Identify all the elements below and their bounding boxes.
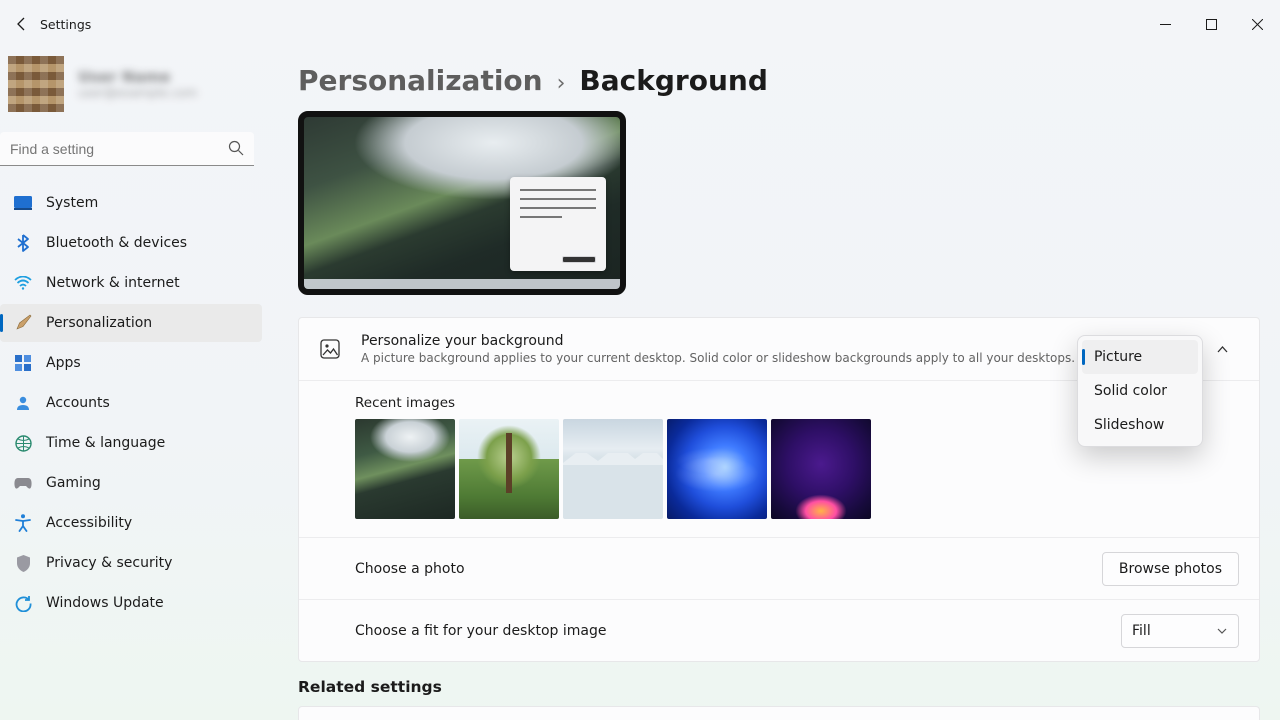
sidebar: User Name user@example.com System Blueto…	[0, 48, 270, 720]
nav-label: Accounts	[46, 395, 110, 411]
bluetooth-icon	[14, 234, 32, 252]
accessibility-icon	[14, 514, 32, 532]
nav-label: Network & internet	[46, 275, 180, 291]
nav-personalization[interactable]: Personalization	[0, 304, 262, 342]
nav-accounts[interactable]: Accounts	[0, 384, 262, 422]
search-icon	[228, 140, 244, 156]
personalize-title: Personalize your background	[361, 333, 1077, 349]
chevron-right-icon: ›	[557, 71, 566, 96]
nav-time-language[interactable]: Time & language	[0, 424, 262, 462]
wifi-icon	[14, 274, 32, 292]
desktop-preview	[298, 111, 626, 295]
preview-taskbar	[304, 279, 620, 289]
contrast-themes-card: Contrast themes Color themes for low vis…	[298, 706, 1260, 720]
person-icon	[14, 394, 32, 412]
nav-apps[interactable]: Apps	[0, 344, 262, 382]
search-input[interactable]	[0, 132, 254, 166]
choose-fit-label: Choose a fit for your desktop image	[355, 623, 1121, 639]
page-title: Background	[579, 64, 767, 97]
minimize-button[interactable]	[1142, 8, 1188, 40]
browse-photos-button[interactable]: Browse photos	[1102, 552, 1239, 586]
close-button[interactable]	[1234, 8, 1280, 40]
chevron-up-icon	[1216, 343, 1229, 356]
maximize-button[interactable]	[1188, 8, 1234, 40]
related-settings-heading: Related settings	[298, 678, 1260, 696]
profile-name: User Name	[78, 68, 197, 86]
choose-photo-label: Choose a photo	[355, 561, 1102, 577]
main: Personalization › Background Personalize…	[270, 48, 1280, 720]
background-type-menu: Picture Solid color Slideshow	[1077, 335, 1203, 447]
recent-image-1[interactable]	[355, 419, 455, 519]
nav-windows-update[interactable]: Windows Update	[0, 584, 262, 622]
fit-value: Fill	[1132, 623, 1151, 639]
nav-network[interactable]: Network & internet	[0, 264, 262, 302]
apps-icon	[14, 354, 32, 372]
globe-clock-icon	[14, 434, 32, 452]
nav: System Bluetooth & devices Network & int…	[0, 184, 262, 622]
recent-image-3[interactable]	[563, 419, 663, 519]
collapse-toggle[interactable]	[1205, 332, 1239, 366]
nav-label: Windows Update	[46, 595, 164, 611]
recent-image-2[interactable]	[459, 419, 559, 519]
fit-select[interactable]: Fill	[1121, 614, 1239, 648]
option-solid-color[interactable]: Solid color	[1082, 374, 1198, 408]
personalize-row[interactable]: Personalize your background A picture ba…	[299, 318, 1259, 380]
nav-label: System	[46, 195, 98, 211]
contrast-themes-row[interactable]: Contrast themes Color themes for low vis…	[299, 707, 1259, 720]
titlebar: Settings	[0, 0, 1280, 48]
option-slideshow[interactable]: Slideshow	[1082, 408, 1198, 442]
arrow-left-icon	[14, 16, 30, 32]
nav-label: Time & language	[46, 435, 165, 451]
paintbrush-icon	[14, 314, 32, 332]
recent-image-5[interactable]	[771, 419, 871, 519]
profile-email: user@example.com	[78, 86, 197, 100]
choose-fit-row: Choose a fit for your desktop image Fill	[299, 599, 1259, 661]
nav-accessibility[interactable]: Accessibility	[0, 504, 262, 542]
nav-label: Privacy & security	[46, 555, 172, 571]
recent-image-4[interactable]	[667, 419, 767, 519]
search-box	[0, 132, 254, 166]
nav-bluetooth[interactable]: Bluetooth & devices	[0, 224, 262, 262]
back-button[interactable]	[8, 10, 36, 38]
chevron-down-icon	[1216, 625, 1228, 637]
nav-label: Apps	[46, 355, 81, 371]
avatar	[8, 56, 64, 112]
personalize-subtitle: A picture background applies to your cur…	[361, 351, 1077, 365]
option-picture[interactable]: Picture	[1082, 340, 1198, 374]
profile[interactable]: User Name user@example.com	[0, 48, 262, 132]
nav-privacy[interactable]: Privacy & security	[0, 544, 262, 582]
breadcrumb: Personalization › Background	[298, 64, 1260, 97]
nav-label: Bluetooth & devices	[46, 235, 187, 251]
picture-icon	[319, 338, 341, 360]
breadcrumb-parent[interactable]: Personalization	[298, 64, 543, 97]
window-title: Settings	[40, 17, 91, 32]
personalize-card: Personalize your background A picture ba…	[298, 317, 1260, 662]
close-icon	[1252, 19, 1263, 30]
minimize-icon	[1160, 19, 1171, 30]
system-icon	[14, 194, 32, 212]
maximize-icon	[1206, 19, 1217, 30]
nav-label: Personalization	[46, 315, 152, 331]
update-icon	[14, 594, 32, 612]
choose-photo-row: Choose a photo Browse photos	[299, 537, 1259, 599]
preview-window	[510, 177, 606, 271]
nav-system[interactable]: System	[0, 184, 262, 222]
shield-icon	[14, 554, 32, 572]
nav-gaming[interactable]: Gaming	[0, 464, 262, 502]
gamepad-icon	[14, 474, 32, 492]
nav-label: Gaming	[46, 475, 101, 491]
nav-label: Accessibility	[46, 515, 132, 531]
